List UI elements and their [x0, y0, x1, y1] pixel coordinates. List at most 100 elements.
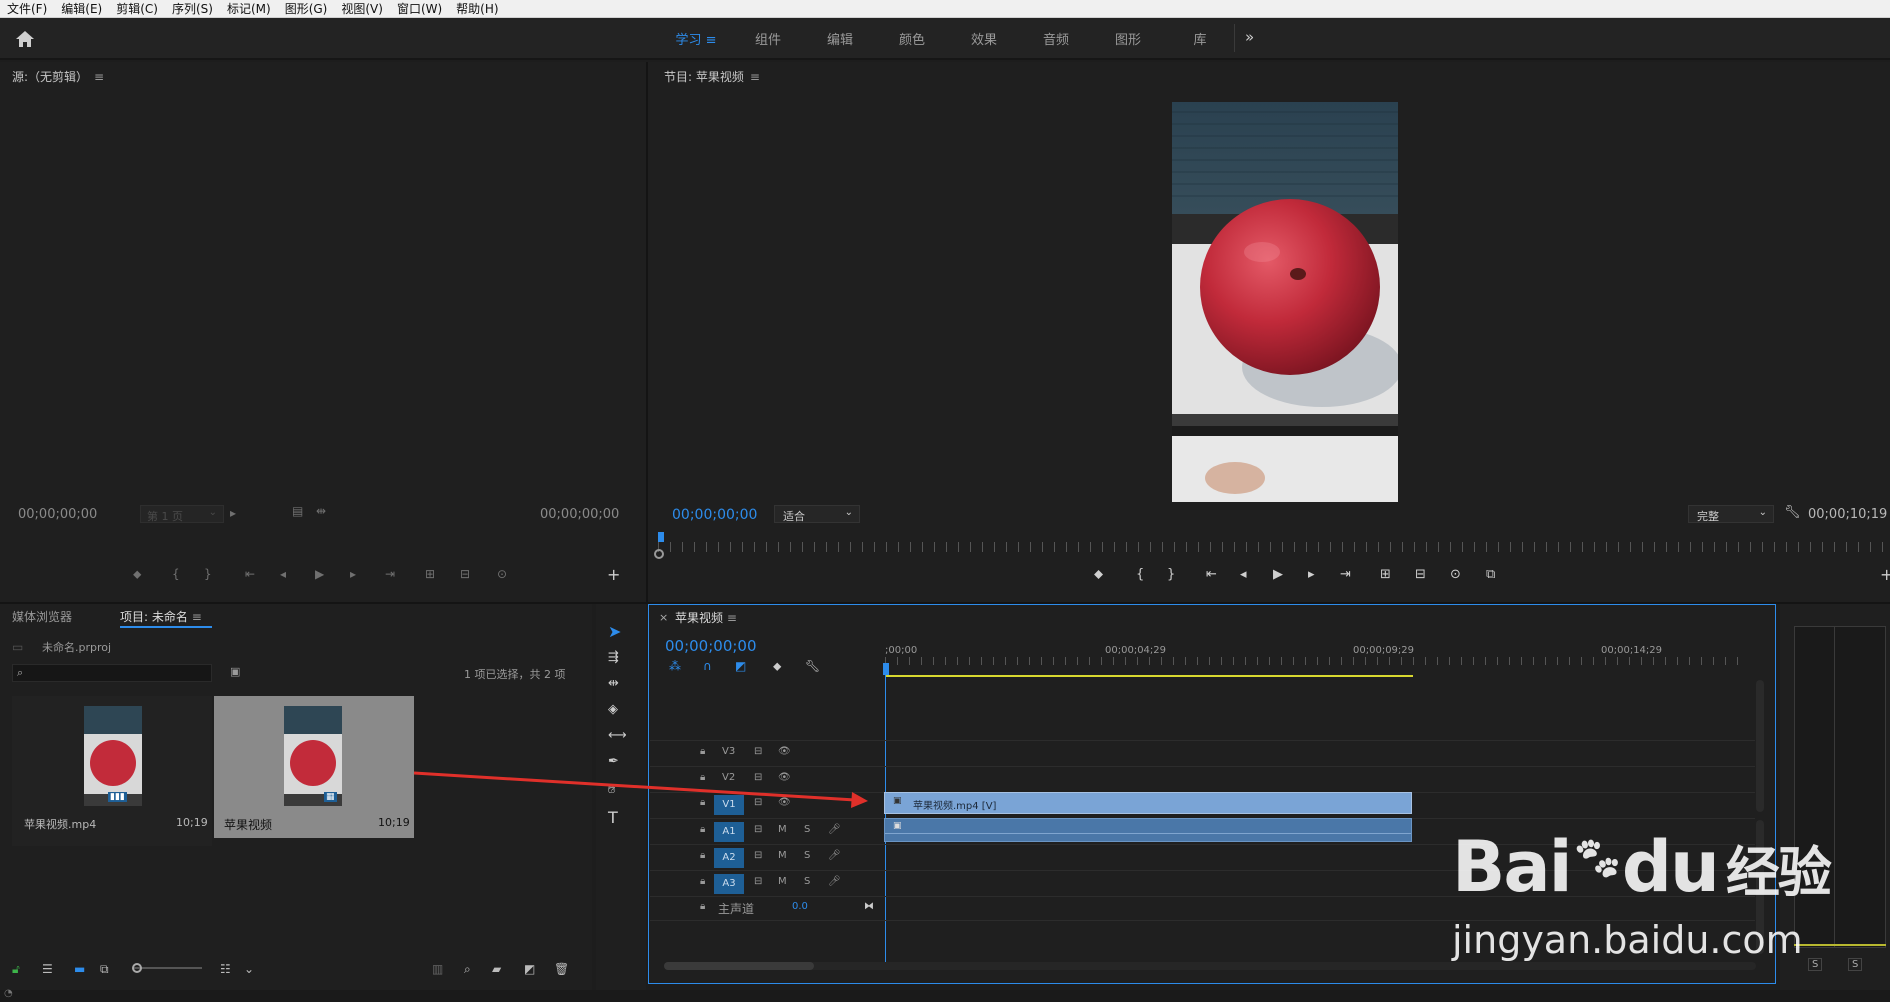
sync-lock-icon[interactable]: ⊟: [754, 824, 762, 835]
panel-menu-icon[interactable]: ≡: [94, 70, 104, 84]
razor-tool-icon[interactable]: ◈: [608, 702, 618, 717]
step-back-icon[interactable]: ◂: [280, 567, 286, 581]
workspace-menu-icon[interactable]: ≡: [706, 33, 717, 48]
zoom-slider[interactable]: [134, 967, 202, 969]
mark-out-icon[interactable]: }: [204, 567, 212, 581]
close-tab-icon[interactable]: ×: [659, 611, 668, 624]
lock-icon[interactable]: 🔒︎: [700, 824, 705, 835]
mark-in-icon[interactable]: {: [1136, 567, 1144, 582]
workspace-tab-libraries[interactable]: 库: [1164, 29, 1236, 48]
project-item-selected[interactable]: ▦ 苹果视频 10;19: [214, 696, 414, 838]
new-bin-icon[interactable]: ▰: [492, 962, 501, 976]
timeline-timecode[interactable]: 00;00;00;00: [665, 637, 757, 655]
track-select-tool-icon[interactable]: ⇶: [608, 650, 619, 665]
search-input[interactable]: ⌕: [12, 664, 212, 682]
more-workspaces-button[interactable]: »: [1245, 28, 1254, 46]
sync-lock-icon[interactable]: ⊟: [754, 772, 762, 783]
microphone-icon[interactable]: 🎤︎: [828, 850, 841, 861]
export-frame-icon[interactable]: ⊙: [497, 567, 507, 581]
microphone-icon[interactable]: 🎤︎: [828, 824, 841, 835]
go-to-out-icon[interactable]: ⇥: [1340, 567, 1351, 582]
menu-markers[interactable]: 标记(M): [220, 0, 278, 18]
sync-lock-icon[interactable]: ⊟: [754, 876, 762, 887]
microphone-icon[interactable]: 🎤︎: [828, 876, 841, 887]
tab-media-browser[interactable]: 媒体浏览器: [12, 608, 72, 625]
track-label[interactable]: V2: [722, 772, 735, 783]
hand-tool-icon[interactable]: ✋︎: [608, 782, 615, 797]
freeform-view-icon[interactable]: ⧉: [100, 962, 109, 977]
workspace-tab-learn[interactable]: 学习 ≡: [660, 29, 732, 48]
zoom-slider-handle[interactable]: [132, 963, 142, 973]
lock-icon[interactable]: 🔒︎: [700, 797, 705, 808]
export-frame-icon[interactable]: ⊙: [1450, 567, 1461, 582]
comparison-view-icon[interactable]: ⧉: [1486, 567, 1495, 582]
mute-button[interactable]: M: [778, 824, 787, 835]
go-to-end-icon[interactable]: ⧓: [864, 901, 874, 912]
add-marker-icon[interactable]: ⬥: [773, 659, 781, 674]
step-forward-icon[interactable]: ▸: [350, 567, 356, 581]
track-label[interactable]: A3: [714, 874, 744, 894]
sync-lock-icon[interactable]: ⊟: [754, 797, 762, 808]
add-marker-icon[interactable]: ⬥: [1094, 567, 1103, 582]
settings-icon[interactable]: ▤: [292, 504, 303, 518]
lock-icon[interactable]: 🔓︎: [12, 962, 20, 977]
nest-icon[interactable]: ⁂: [669, 659, 681, 673]
solo-left-button[interactable]: S: [1808, 958, 1823, 971]
wrench-icon[interactable]: 🔧︎: [1784, 505, 1801, 520]
panel-menu-icon[interactable]: ≡: [750, 70, 760, 84]
menu-clip[interactable]: 剪辑(C): [109, 0, 165, 18]
linked-selection-icon[interactable]: ◩: [735, 659, 746, 673]
lock-icon[interactable]: 🔒︎: [700, 850, 705, 861]
play-icon[interactable]: ▶: [1273, 567, 1283, 582]
workspace-tab-audio[interactable]: 音频: [1020, 29, 1092, 48]
play-icon[interactable]: ▶: [315, 567, 324, 581]
mute-button[interactable]: M: [778, 850, 787, 861]
eye-icon[interactable]: 👁︎: [778, 746, 791, 757]
solo-button[interactable]: S: [804, 850, 810, 861]
source-timecode-in[interactable]: 00;00;00;00: [18, 507, 97, 522]
sync-lock-icon[interactable]: ⊟: [754, 850, 762, 861]
project-item[interactable]: ▮▮▮ 苹果视频.mp4 10;19: [12, 696, 212, 846]
lock-icon[interactable]: 🔒︎: [700, 746, 705, 757]
eye-icon[interactable]: 👁︎: [778, 797, 791, 808]
audio-clip[interactable]: ▣: [884, 818, 1412, 842]
timeline-playhead-handle[interactable]: [883, 663, 889, 675]
mark-in-icon[interactable]: {: [172, 567, 180, 581]
sort-icon[interactable]: ☷: [220, 962, 231, 976]
find-icon[interactable]: ⌕: [464, 962, 471, 977]
home-icon[interactable]: [14, 29, 36, 49]
menu-edit[interactable]: 编辑(E): [54, 0, 109, 18]
master-volume[interactable]: 0.0: [792, 901, 808, 912]
menu-graphics[interactable]: 图形(G): [278, 0, 335, 18]
menu-help[interactable]: 帮助(H): [449, 0, 505, 18]
workspace-tab-assembly[interactable]: 组件: [732, 29, 804, 48]
zoom-select[interactable]: 适合 ⌄: [774, 505, 860, 523]
work-area-bar[interactable]: [885, 675, 1413, 677]
lift-icon[interactable]: ⊞: [1380, 567, 1391, 582]
workspace-tab-graphics[interactable]: 图形: [1092, 29, 1164, 48]
track-label[interactable]: A2: [714, 848, 744, 868]
program-time-ruler[interactable]: [658, 542, 1890, 552]
program-monitor-title[interactable]: 节目: 苹果视频 ≡: [664, 68, 760, 85]
lock-icon[interactable]: 🔒︎: [700, 901, 705, 912]
selection-tool-icon[interactable]: ➤: [608, 622, 621, 641]
zoom-handle[interactable]: [654, 549, 664, 559]
chevron-down-icon[interactable]: ⌄: [244, 962, 254, 976]
lock-icon[interactable]: 🔒︎: [700, 772, 705, 783]
lock-icon[interactable]: 🔒︎: [700, 876, 705, 887]
sequence-tab[interactable]: 苹果视频 ≡: [675, 609, 737, 626]
ripple-edit-tool-icon[interactable]: ⇹: [608, 676, 619, 691]
solo-button[interactable]: S: [804, 824, 810, 835]
mute-button[interactable]: M: [778, 876, 787, 887]
type-tool-icon[interactable]: T: [608, 808, 618, 827]
play-small-icon[interactable]: ▸: [230, 506, 236, 520]
pen-tool-icon[interactable]: ✒: [608, 754, 619, 769]
quality-select[interactable]: 完整 ⌄: [1688, 505, 1774, 523]
go-to-out-icon[interactable]: ⇥: [385, 567, 395, 581]
trash-icon[interactable]: 🗑︎: [554, 962, 569, 976]
menu-window[interactable]: 窗口(W): [390, 0, 449, 18]
menu-sequence[interactable]: 序列(S): [165, 0, 220, 18]
workspace-tab-color[interactable]: 颜色: [876, 29, 948, 48]
video-clip[interactable]: ▣ 苹果视频.mp4 [V]: [884, 792, 1412, 814]
snap-icon[interactable]: ∩: [703, 659, 712, 673]
